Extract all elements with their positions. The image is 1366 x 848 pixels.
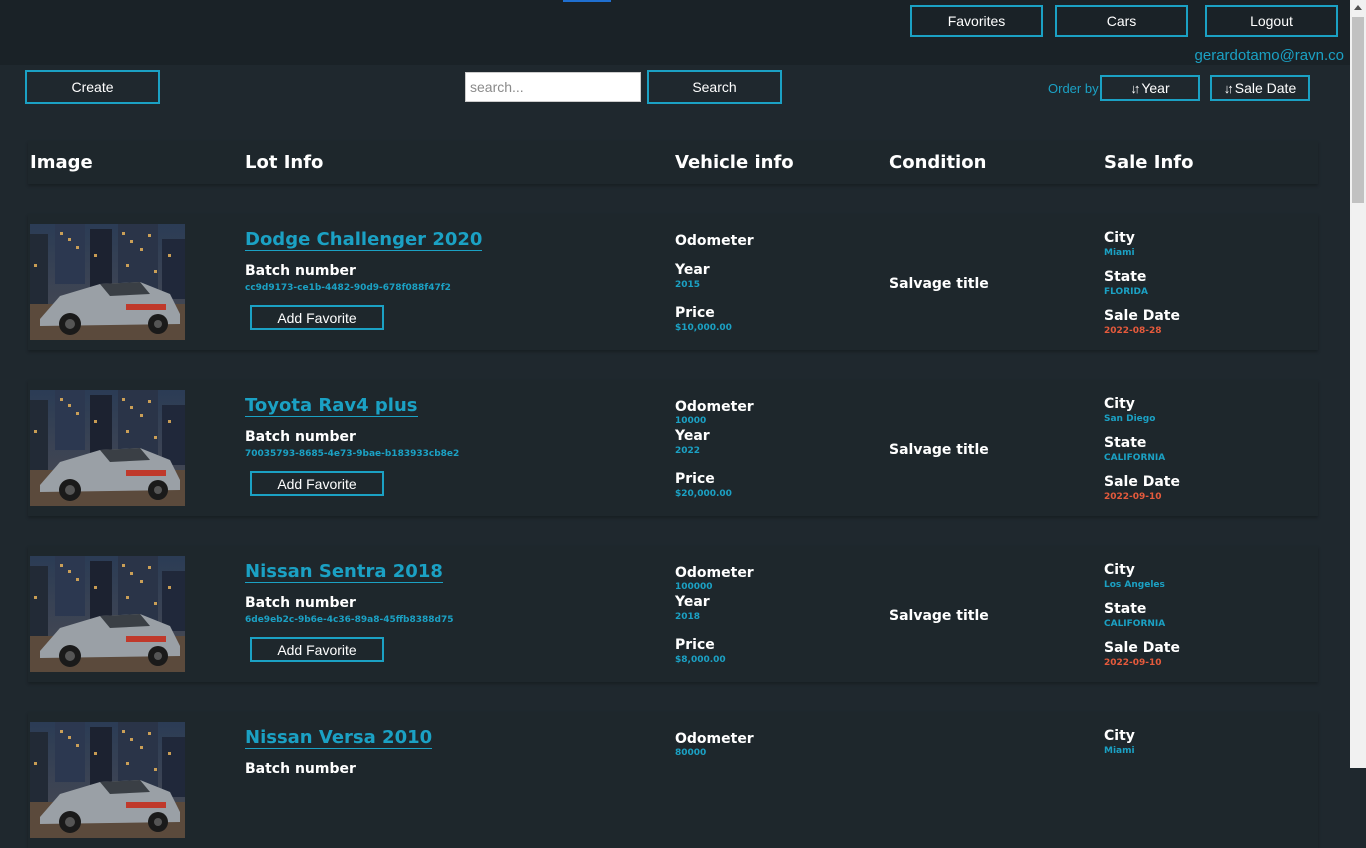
search-input[interactable] bbox=[465, 72, 641, 102]
sort-year-button[interactable]: ↓↑ Year bbox=[1100, 75, 1200, 101]
add-favorite-button[interactable]: Add Favorite bbox=[250, 471, 384, 496]
logout-button[interactable]: Logout bbox=[1205, 5, 1338, 37]
table-header: Image Lot Info Vehicle info Condition Sa… bbox=[28, 141, 1318, 184]
table-row: Nissan Sentra 2018 Batch number 6de9eb2c… bbox=[28, 546, 1318, 682]
car-title-link[interactable]: Dodge Challenger 2020 bbox=[245, 230, 483, 251]
state-value: FLORIDA bbox=[1104, 287, 1148, 297]
sort-arrows-icon: ↓↑ bbox=[1130, 80, 1140, 96]
sale-date-value: 2022-09-10 bbox=[1104, 492, 1162, 502]
state-label: State bbox=[1104, 601, 1147, 617]
batch-number-label: Batch number bbox=[245, 595, 356, 611]
user-email: gerardotamo@ravn.co bbox=[1194, 47, 1344, 64]
sort-arrows-icon: ↓↑ bbox=[1223, 80, 1234, 96]
cars-button[interactable]: Cars bbox=[1055, 5, 1188, 37]
header-condition: Condition bbox=[889, 152, 987, 173]
odometer-label: Odometer bbox=[675, 565, 754, 581]
year-label: Year bbox=[675, 262, 710, 278]
city-label: City bbox=[1104, 396, 1135, 412]
batch-number-value: 6de9eb2c-9b6e-4c36-89a8-45ffb8388d75 bbox=[245, 615, 454, 625]
add-favorite-button[interactable]: Add Favorite bbox=[250, 637, 384, 662]
odometer-label: Odometer bbox=[675, 399, 754, 415]
year-label: Year bbox=[675, 594, 710, 610]
state-label: State bbox=[1104, 269, 1147, 285]
year-value: 2015 bbox=[675, 280, 701, 290]
order-by-label: Order by bbox=[1048, 81, 1099, 96]
add-favorite-button[interactable]: Add Favorite bbox=[250, 305, 384, 330]
sort-sale-date-button[interactable]: ↓↑ Sale Date bbox=[1210, 75, 1310, 101]
sale-date-value: 2022-08-28 bbox=[1104, 326, 1162, 336]
batch-number-label: Batch number bbox=[245, 263, 356, 279]
state-label: State bbox=[1104, 435, 1147, 451]
car-title-link[interactable]: Toyota Rav4 plus bbox=[245, 396, 418, 417]
price-value: $10,000.00 bbox=[675, 323, 732, 333]
city-value: Miami bbox=[1104, 248, 1135, 258]
odometer-value: 80000 bbox=[675, 748, 707, 758]
odometer-label: Odometer bbox=[675, 731, 754, 747]
condition-value: Salvage title bbox=[889, 442, 989, 458]
car-image bbox=[30, 722, 185, 838]
car-image bbox=[30, 224, 185, 340]
header-vehicle-info: Vehicle info bbox=[675, 152, 794, 173]
price-label: Price bbox=[675, 471, 715, 487]
sale-date-label: Sale Date bbox=[1104, 640, 1180, 656]
odometer-value: 10000 bbox=[675, 416, 707, 426]
city-value: Los Angeles bbox=[1104, 580, 1165, 590]
scrollbar-thumb[interactable] bbox=[1352, 17, 1364, 203]
car-image bbox=[30, 390, 185, 506]
car-title-link[interactable]: Nissan Versa 2010 bbox=[245, 728, 433, 749]
favorites-button[interactable]: Favorites bbox=[910, 5, 1043, 37]
price-value: $8,000.00 bbox=[675, 655, 726, 665]
scroll-up-arrow-icon[interactable] bbox=[1354, 5, 1362, 10]
header-lot-info: Lot Info bbox=[245, 152, 324, 173]
header-image: Image bbox=[30, 152, 93, 173]
condition-value: Salvage title bbox=[889, 276, 989, 292]
search-button[interactable]: Search bbox=[647, 70, 782, 104]
car-image bbox=[30, 556, 185, 672]
sale-date-label: Sale Date bbox=[1104, 308, 1180, 324]
city-value: San Diego bbox=[1104, 414, 1156, 424]
sale-date-label: Sale Date bbox=[1104, 474, 1180, 490]
state-value: CALIFORNIA bbox=[1104, 619, 1166, 629]
batch-number-label: Batch number bbox=[245, 761, 356, 777]
header-sale-info: Sale Info bbox=[1104, 152, 1194, 173]
create-button[interactable]: Create bbox=[25, 70, 160, 104]
batch-number-value: 70035793-8685-4e73-9bae-b183933cb8e2 bbox=[245, 449, 460, 459]
sort-sale-date-label: Sale Date bbox=[1234, 80, 1297, 96]
active-indicator bbox=[563, 0, 611, 2]
sort-year-label: Year bbox=[1141, 80, 1170, 96]
price-label: Price bbox=[675, 305, 715, 321]
odometer-label: Odometer bbox=[675, 233, 754, 249]
table-row: Nissan Versa 2010 Batch number Odometer … bbox=[28, 712, 1318, 848]
year-label: Year bbox=[675, 428, 710, 444]
car-title-link[interactable]: Nissan Sentra 2018 bbox=[245, 562, 443, 583]
odometer-value: 100000 bbox=[675, 582, 713, 592]
state-value: CALIFORNIA bbox=[1104, 453, 1166, 463]
table-row: Toyota Rav4 plus Batch number 70035793-8… bbox=[28, 380, 1318, 516]
condition-value: Salvage title bbox=[889, 608, 989, 624]
batch-number-label: Batch number bbox=[245, 429, 356, 445]
price-value: $20,000.00 bbox=[675, 489, 732, 499]
city-label: City bbox=[1104, 562, 1135, 578]
table-row: Dodge Challenger 2020 Batch number cc9d9… bbox=[28, 214, 1318, 350]
sale-date-value: 2022-09-10 bbox=[1104, 658, 1162, 668]
city-label: City bbox=[1104, 728, 1135, 744]
year-value: 2022 bbox=[675, 446, 701, 456]
year-value: 2018 bbox=[675, 612, 701, 622]
city-value: Miami bbox=[1104, 746, 1135, 756]
batch-number-value: cc9d9173-ce1b-4482-90d9-678f088f47f2 bbox=[245, 283, 451, 293]
city-label: City bbox=[1104, 230, 1135, 246]
price-label: Price bbox=[675, 637, 715, 653]
